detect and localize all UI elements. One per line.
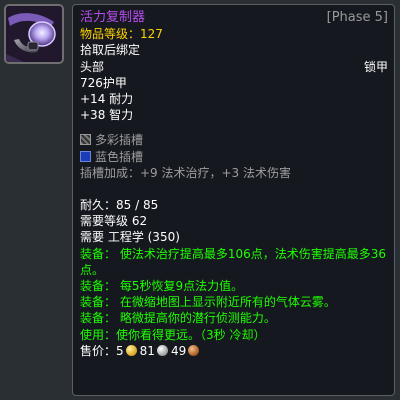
item-level-value: 127 bbox=[140, 27, 163, 42]
equip-effect: 装备： 在微缩地图上显示附近所有的气体云雾。 bbox=[80, 295, 336, 310]
goggles-icon bbox=[6, 6, 62, 62]
gold-amount: 5 bbox=[116, 343, 124, 358]
equip-effect: 装备： 略微提高你的潜行侦测能力。 bbox=[80, 311, 276, 326]
gold-coin-icon bbox=[125, 344, 137, 356]
prismatic-socket-icon bbox=[80, 134, 91, 146]
copper-coin-icon bbox=[188, 344, 200, 356]
silver-amount: 81 bbox=[139, 343, 155, 358]
blue-socket-icon bbox=[80, 150, 91, 162]
slot-label: 头部 bbox=[80, 59, 105, 74]
socket-prismatic: 多彩插槽 bbox=[80, 132, 388, 148]
durability: 耐久：85 / 85 bbox=[80, 198, 159, 213]
item-level: 物品等级：127 bbox=[80, 26, 388, 42]
sell-price: 售价：5 81 49 bbox=[80, 343, 388, 359]
stat-intellect: +38 智力 bbox=[80, 108, 134, 123]
item-level-label: 物品等级： bbox=[80, 27, 141, 42]
copper-amount: 49 bbox=[170, 343, 187, 358]
slot-row: 头部 锁甲 bbox=[80, 59, 388, 75]
phase-label: [Phase 5] bbox=[326, 10, 388, 25]
bind-type: 拾取后绑定 bbox=[80, 43, 141, 58]
socket-bonus: 插槽加成：+9 法术治疗，+3 法术伤害 bbox=[80, 165, 292, 180]
item-icon-frame[interactable] bbox=[4, 4, 64, 64]
armor-value: 726护甲 bbox=[80, 75, 127, 90]
sell-price-label: 售价： bbox=[80, 343, 117, 358]
required-skill: 需要 工程学 (350) bbox=[80, 230, 180, 245]
armor-type: 锁甲 bbox=[363, 59, 388, 74]
socket-label: 多彩插槽 bbox=[95, 133, 144, 148]
required-level: 需要等级 62 bbox=[80, 214, 148, 229]
stat-stamina: +14 耐力 bbox=[80, 92, 134, 107]
silver-coin-icon bbox=[156, 344, 168, 356]
item-tooltip: 活力复制器 [Phase 5] 物品等级：127 拾取后绑定 头部 锁甲 726… bbox=[72, 4, 395, 396]
socket-blue: 蓝色插槽 bbox=[80, 149, 388, 165]
equip-effect: 装备： 每5秒恢复9点法力值。 bbox=[80, 279, 244, 294]
socket-label: 蓝色插槽 bbox=[95, 149, 144, 164]
equip-effect: 装备： 使法术治疗提高最多106点，法术伤害提高最多36点。 bbox=[80, 246, 386, 277]
tooltip-header: 活力复制器 [Phase 5] bbox=[80, 10, 388, 26]
use-effect: 使用：使你看得更远。（3秒 冷却） bbox=[80, 327, 266, 342]
item-name: 活力复制器 bbox=[80, 10, 146, 25]
